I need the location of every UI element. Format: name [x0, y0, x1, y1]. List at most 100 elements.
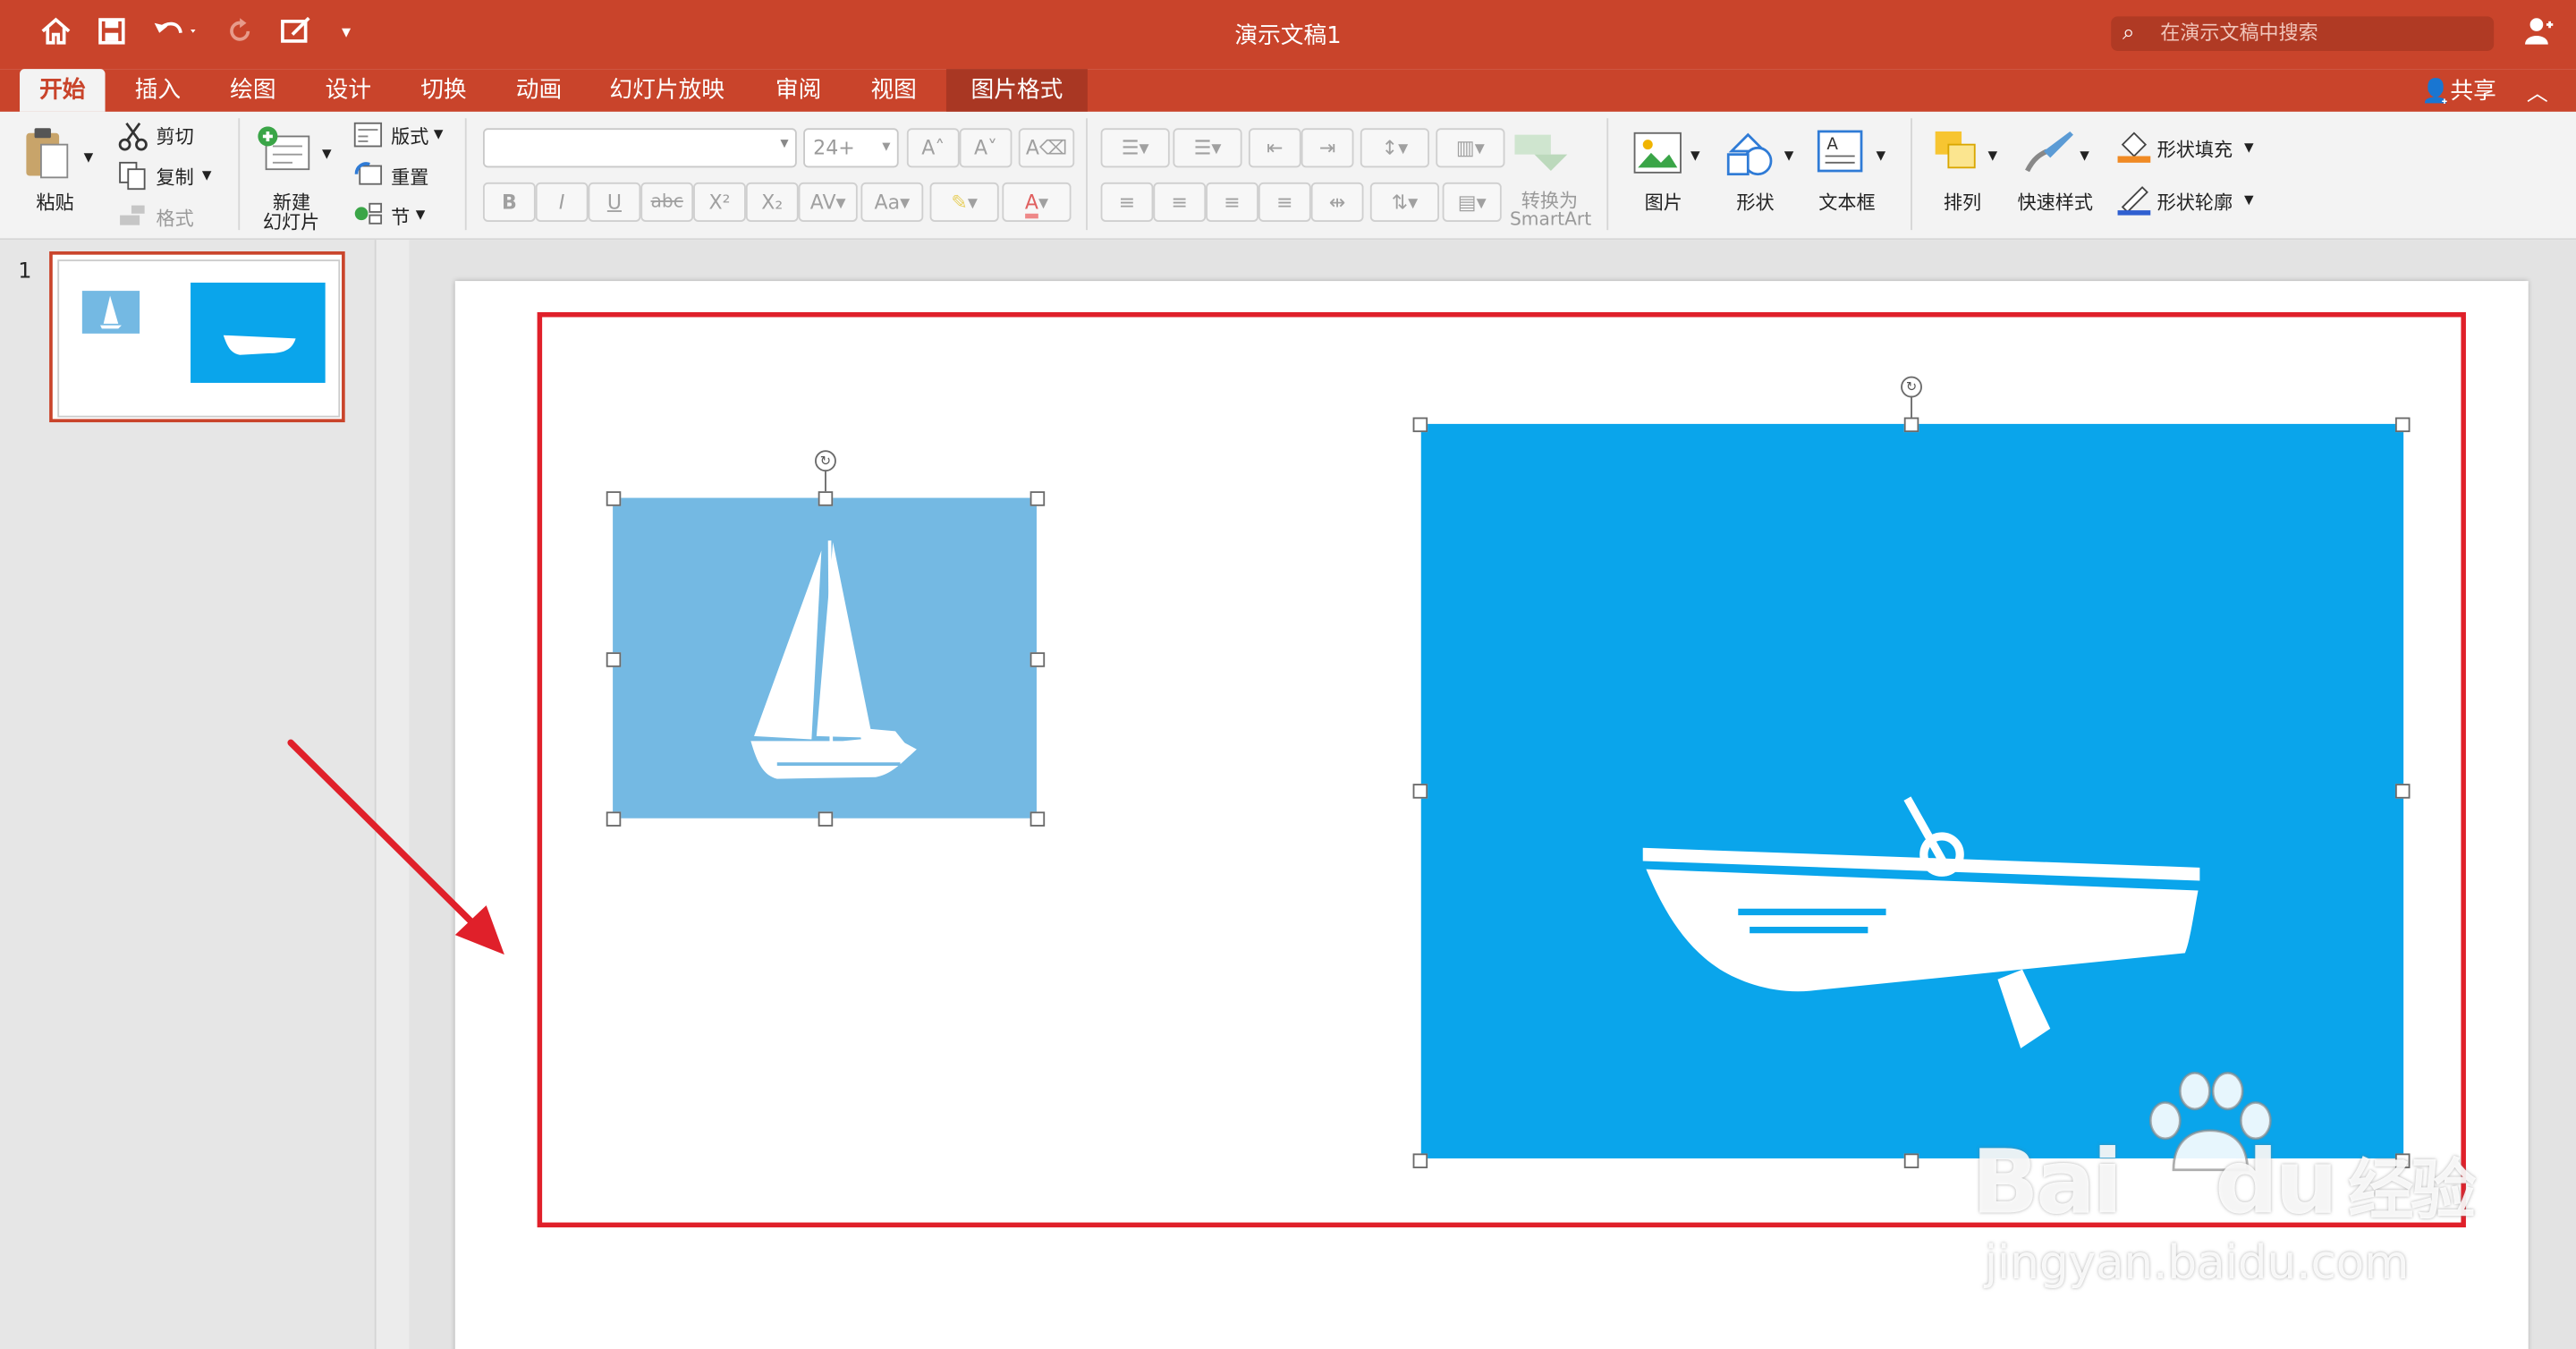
grow-font-icon[interactable]: A˄ [906, 128, 960, 168]
align-right-icon[interactable]: ≡ [1206, 182, 1258, 222]
powerpoint-window: ▾ 演示文稿1 ⌕ 在演示文稿中搜索 开始 插入 绘图 设计 切换 动画 幻灯片… [0, 0, 2576, 1349]
justify-icon[interactable]: ≡ [1258, 182, 1311, 222]
cut-label[interactable]: 剪切 [156, 123, 193, 149]
slide-thumbnail[interactable] [49, 251, 345, 423]
italic-icon[interactable]: I [535, 182, 589, 222]
shape-outline-label[interactable]: 形状轮廓 [2157, 189, 2233, 215]
thumbnail-rowboat [191, 282, 326, 383]
search-placeholder: 在演示文稿中搜索 [2160, 21, 2318, 45]
smartart-icon[interactable] [1512, 132, 1577, 181]
title-bar: ▾ 演示文稿1 ⌕ 在演示文稿中搜索 [0, 0, 2576, 70]
textbox-dropdown-icon[interactable]: ▾ [1877, 143, 1886, 166]
share-button[interactable]: 👤̟共享 [2421, 74, 2496, 107]
watermark-brand: Bai du 经验 [1971, 1130, 2476, 1234]
columns-icon[interactable]: ▥▾ [1436, 128, 1505, 168]
new-slide-dropdown-icon[interactable]: ▾ [322, 141, 332, 165]
section-icon[interactable] [353, 200, 383, 233]
account-icon[interactable] [2521, 15, 2555, 51]
tab-design[interactable]: 设计 [306, 69, 392, 112]
group-separator [1086, 118, 1088, 231]
text-direction-icon[interactable]: ⇅▾ [1369, 182, 1439, 222]
new-slide-label-2: 幻灯片 [262, 210, 320, 233]
scissors-icon[interactable] [118, 122, 148, 157]
new-slide-icon[interactable] [257, 126, 312, 182]
tab-transitions[interactable]: 切换 [401, 69, 487, 112]
bullets-icon[interactable]: ☰▾ [1100, 128, 1170, 168]
annotation-arrow-icon [287, 739, 504, 955]
chevron-down-icon: ▾ [882, 138, 891, 157]
layout-dropdown-icon[interactable]: ▾ [434, 122, 444, 145]
font-name-dropdown[interactable]: ▾ [482, 128, 797, 168]
bold-icon[interactable]: B [482, 182, 536, 222]
section-label[interactable]: 节 [391, 204, 410, 230]
watermark-bai: Bai [1971, 1130, 2123, 1234]
picture-dropdown-icon[interactable]: ▾ [1690, 143, 1700, 166]
clear-format-icon[interactable]: A⌫ [1018, 128, 1075, 168]
thumbnail-frame [57, 259, 341, 418]
reset-icon[interactable] [353, 161, 383, 194]
decrease-indent-icon[interactable]: ⇤ [1248, 128, 1301, 168]
picture-icon[interactable] [1633, 132, 1682, 181]
tab-picture-format[interactable]: 图片格式 [945, 69, 1088, 112]
tab-slideshow[interactable]: 幻灯片放映 [591, 69, 742, 112]
increase-indent-icon[interactable]: ⇥ [1301, 128, 1354, 168]
align-center-icon[interactable]: ≡ [1153, 182, 1207, 222]
search-icon: ⌕ [2123, 21, 2135, 47]
tab-insert[interactable]: 插入 [115, 69, 201, 112]
shape-outline-icon[interactable] [2116, 181, 2152, 224]
line-spacing-icon[interactable]: ↕▾ [1360, 128, 1429, 168]
tab-draw[interactable]: 绘图 [210, 69, 296, 112]
distribute-icon[interactable]: ⇹ [1310, 182, 1364, 222]
reset-label[interactable]: 重置 [391, 165, 428, 191]
format-painter-label: 格式 [156, 207, 194, 231]
shape-fill-icon[interactable] [2116, 128, 2152, 171]
copy-label[interactable]: 复制 [156, 165, 193, 191]
smartart-label-2: SmartArt [1509, 208, 1592, 231]
arrange-dropdown-icon[interactable]: ▾ [1987, 143, 1997, 166]
textbox-icon[interactable]: A [1816, 128, 1865, 181]
tab-animations[interactable]: 动画 [496, 69, 582, 112]
shape-label: 形状 [1736, 191, 1775, 214]
arrange-icon[interactable] [1932, 128, 1981, 181]
shape-icon[interactable] [1725, 128, 1778, 183]
format-painter-icon [118, 202, 148, 235]
chevron-down-icon: ▾ [780, 134, 789, 153]
change-case-icon[interactable]: Aa▾ [860, 182, 924, 222]
quick-styles-icon[interactable] [2021, 128, 2076, 183]
tab-home[interactable]: 开始 [20, 69, 106, 112]
layout-icon[interactable] [353, 122, 383, 155]
section-dropdown-icon[interactable]: ▾ [416, 202, 426, 225]
font-size-dropdown[interactable]: 24+ ▾ [803, 128, 899, 168]
paste-icon[interactable] [23, 125, 72, 188]
svg-text:A: A [1826, 135, 1838, 154]
subscript-icon[interactable]: X₂ [745, 182, 799, 222]
align-left-icon[interactable]: ≡ [1100, 182, 1154, 222]
search-box[interactable]: ⌕ 在演示文稿中搜索 [2111, 16, 2495, 51]
underline-icon[interactable]: U [588, 182, 641, 222]
tab-view[interactable]: 视图 [851, 69, 936, 112]
share-icon: 👤̟ [2421, 79, 2451, 106]
strikethrough-icon[interactable]: abc [640, 182, 694, 222]
copy-dropdown-icon[interactable]: ▾ [202, 163, 212, 186]
tab-review[interactable]: 审阅 [756, 69, 842, 112]
shape-fill-label[interactable]: 形状填充 [2157, 136, 2233, 162]
copy-icon[interactable] [118, 161, 148, 197]
textbox-label: 文本框 [1818, 191, 1876, 214]
shape-dropdown-icon[interactable]: ▾ [1784, 143, 1794, 166]
font-size-value: 24+ [813, 136, 855, 160]
superscript-icon[interactable]: X² [693, 182, 746, 222]
font-color-icon[interactable]: A▾ [1002, 182, 1072, 222]
align-text-icon[interactable]: ▤▾ [1442, 182, 1502, 222]
quick-styles-label: 快速样式 [2017, 191, 2093, 214]
shape-outline-dropdown-icon[interactable]: ▾ [2244, 187, 2254, 210]
quick-styles-dropdown-icon[interactable]: ▾ [2080, 143, 2089, 166]
collapse-ribbon-icon[interactable]: ︿ [2527, 75, 2548, 107]
highlight-icon[interactable]: ✎▾ [929, 182, 999, 222]
paste-dropdown-icon[interactable]: ▾ [84, 145, 94, 168]
layout-label[interactable]: 版式 [391, 123, 428, 149]
slide-number: 1 [18, 259, 32, 284]
shape-fill-dropdown-icon[interactable]: ▾ [2244, 135, 2254, 158]
shrink-font-icon[interactable]: A˅ [959, 128, 1013, 168]
char-spacing-icon[interactable]: AV▾ [798, 182, 858, 222]
numbering-icon[interactable]: ☰▾ [1173, 128, 1242, 168]
